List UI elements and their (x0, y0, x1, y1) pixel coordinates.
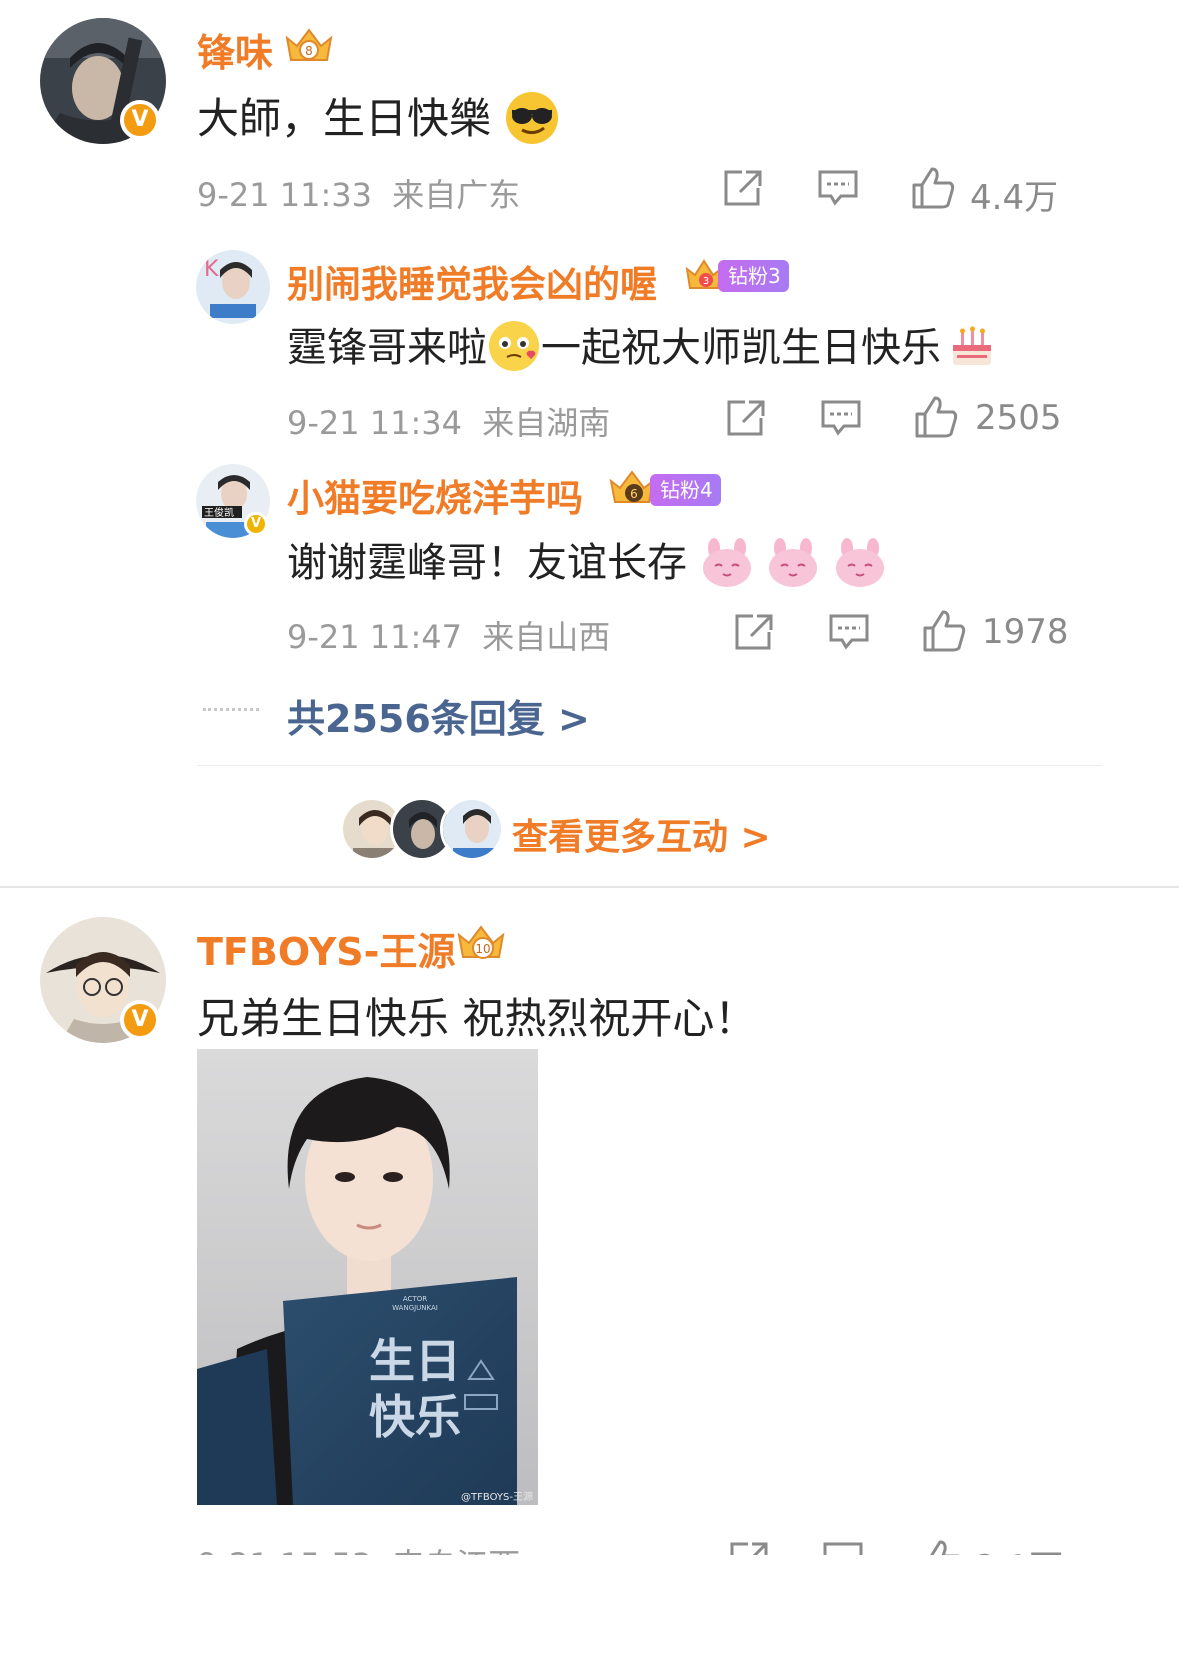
comment-text: 兄弟生日快乐 祝热烈祝开心！ (197, 994, 757, 1043)
section-divider (0, 886, 1179, 888)
pink-bunny-emoji-icon (700, 536, 754, 590)
share-button[interactable] (733, 612, 775, 656)
divider (197, 765, 1102, 766)
more-interactions-link[interactable]: 查看更多互动 > (512, 808, 771, 860)
reply-button[interactable] (828, 612, 870, 656)
thumbs-up-icon (923, 610, 966, 652)
crown-level-icon: 6 (608, 469, 656, 511)
reply-text-content: 谢谢霆峰哥！友谊长存 (287, 540, 687, 586)
reply-text: 霆锋哥来啦 一起祝大师凯生日快乐 (287, 315, 997, 377)
svg-text:K: K (204, 257, 219, 282)
comment-icon (818, 170, 858, 206)
timestamp: 9-21 15:53 (197, 1546, 372, 1555)
comment-image[interactable]: ACTOR WANGJUNKAI 生日 快乐 @TFBOYS-王源 (197, 1049, 538, 1505)
like-button[interactable] (910, 165, 956, 215)
thumbs-up-icon (912, 167, 955, 209)
share-button[interactable] (722, 168, 764, 212)
svg-text:ACTOR: ACTOR (403, 1295, 427, 1303)
fan-level-badge: 钻粉3 (718, 260, 789, 292)
avatar[interactable]: K (196, 250, 270, 324)
share-icon (735, 614, 773, 650)
location: 来自山西 (482, 618, 611, 656)
dotted-indent-icon (203, 708, 259, 715)
share-icon (727, 400, 765, 436)
reply-text: 谢谢霆峰哥！友谊长存 (287, 530, 887, 592)
fan-level-badge: 钻粉4 (650, 474, 721, 506)
share-icon (730, 1542, 768, 1555)
like-button[interactable] (913, 394, 959, 444)
pink-bunny-emoji-icon (766, 536, 820, 590)
location: 来自湖南 (482, 404, 611, 442)
like-count: 4.4万 (970, 178, 1059, 218)
location: 来自广东 (392, 176, 521, 214)
crown-level-icon: 10 (455, 921, 507, 963)
svg-text:10: 10 (475, 942, 490, 956)
location: 来自江西 (392, 1546, 520, 1555)
like-button[interactable] (921, 608, 967, 658)
share-button[interactable] (725, 398, 767, 442)
svg-text:王俊凯: 王俊凯 (204, 506, 234, 519)
reply-button[interactable] (822, 1540, 864, 1555)
crown-level-icon: 8 (283, 24, 335, 66)
svg-text:WANGJUNKAI: WANGJUNKAI (392, 1304, 438, 1312)
view-all-replies-link[interactable]: 共2556条回复 > (287, 688, 590, 743)
like-button[interactable] (918, 1540, 964, 1555)
comment-icon (829, 614, 869, 650)
pink-bunny-emoji-icon (833, 536, 887, 590)
reply-button[interactable] (820, 398, 862, 442)
share-button[interactable] (728, 1540, 770, 1555)
pleading-hearts-emoji-icon (487, 319, 541, 373)
username[interactable]: 别闹我睡觉我会凶的喔 (287, 254, 657, 308)
timestamp: 9-21 11:34 (287, 404, 463, 442)
comment-text-content: 大師，生日快樂 (197, 94, 492, 143)
svg-text:8: 8 (305, 44, 313, 58)
comment-icon (823, 1542, 863, 1555)
more-interactions-avatars (340, 797, 504, 861)
comment-text: 大師，生日快樂 (197, 85, 560, 150)
reply-button[interactable] (817, 168, 859, 212)
timestamp: 9-21 11:47 (287, 618, 463, 656)
cool-sunglasses-emoji-icon (504, 90, 560, 146)
comment-meta-partial: 9-21 15:53 来自江西 2.1万 (0, 1540, 1179, 1555)
verified-badge-icon: V (244, 512, 268, 536)
svg-text:@TFBOYS-王源: @TFBOYS-王源 (461, 1490, 533, 1503)
comment-meta: 9-21 11:33 来自广东 (197, 170, 520, 216)
svg-text:生日: 生日 (369, 1334, 461, 1388)
username[interactable]: TFBOYS-王源 (197, 921, 455, 976)
like-count: 2505 (975, 398, 1062, 438)
like-count: 1978 (982, 612, 1069, 652)
username[interactable]: 锋味 (197, 22, 273, 77)
thumbs-up-icon (915, 396, 958, 438)
comment-icon (821, 400, 861, 436)
svg-text:6: 6 (630, 487, 638, 501)
verified-badge-icon: V (120, 1000, 160, 1040)
verified-badge-icon: V (120, 100, 160, 140)
timestamp: 9-21 11:33 (197, 176, 373, 214)
svg-text:快乐: 快乐 (369, 1390, 461, 1444)
birthday-cake-emoji-icon (947, 321, 997, 371)
portrait-photo: ACTOR WANGJUNKAI 生日 快乐 @TFBOYS-王源 (197, 1049, 538, 1505)
username[interactable]: 小猫要吃烧洋芋吗 (287, 468, 583, 522)
bottom-area (0, 1555, 1179, 1679)
comment-meta: 9-21 15:53 来自江西 (197, 1540, 520, 1555)
reply-meta: 9-21 11:34 来自湖南 (287, 398, 610, 444)
svg-text:3: 3 (703, 276, 709, 287)
like-count: 2.1万 (975, 1540, 1063, 1555)
reply-text-part: 一起祝大师凯生日快乐 (541, 325, 941, 371)
thumbs-up-icon (930, 1540, 960, 1555)
share-icon (724, 170, 762, 206)
reply-text-part: 霆锋哥来啦 (287, 325, 487, 371)
reply-meta: 9-21 11:47 来自山西 (287, 612, 610, 658)
avatar (440, 797, 504, 861)
